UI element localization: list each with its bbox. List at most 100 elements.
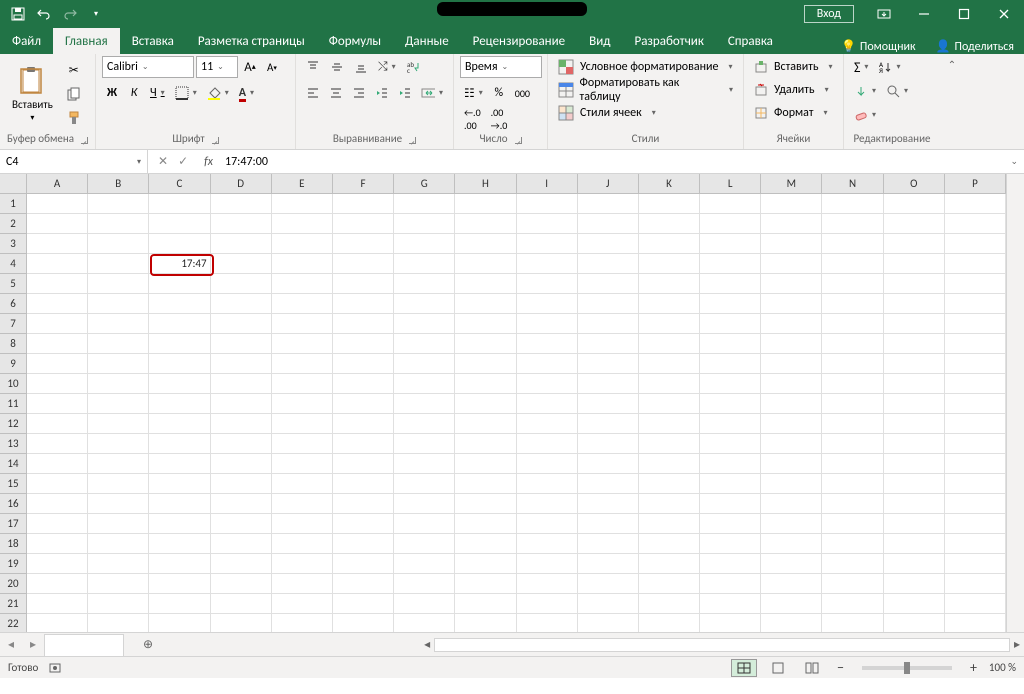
cell[interactable] [884,334,945,354]
cells-area[interactable]: 17:47 [27,194,1006,632]
cell[interactable] [700,314,761,334]
row-header[interactable]: 21 [0,594,26,614]
cell[interactable] [272,274,333,294]
cell[interactable] [272,594,333,614]
zoom-level[interactable]: 100 % [989,661,1016,674]
cell[interactable] [88,454,149,474]
cell[interactable] [884,314,945,334]
cell[interactable] [272,514,333,534]
tab-view[interactable]: Вид [577,28,622,54]
cell[interactable] [333,454,394,474]
bulb-icon[interactable]: 💡 [841,39,856,54]
cell[interactable] [27,434,88,454]
fill-color-button[interactable]: ▾ [203,82,233,104]
row-header[interactable]: 14 [0,454,26,474]
cell[interactable] [394,514,455,534]
autosum-button[interactable]: Σ▾ [850,56,872,78]
cell[interactable] [700,354,761,374]
normal-view-button[interactable] [731,659,757,677]
cell[interactable] [761,534,822,554]
cell[interactable] [578,434,639,454]
dialog-launcher-icon[interactable] [512,134,522,144]
cell[interactable] [761,494,822,514]
cell[interactable] [27,194,88,214]
column-header[interactable]: C [149,174,210,193]
cell[interactable] [333,554,394,574]
cell[interactable] [578,194,639,214]
cell[interactable] [639,534,700,554]
cell[interactable] [578,254,639,274]
cell[interactable] [394,494,455,514]
cell[interactable] [945,554,1006,574]
save-icon[interactable] [6,3,30,25]
row-header[interactable]: 9 [0,354,26,374]
cell[interactable] [700,554,761,574]
cell[interactable] [88,554,149,574]
cell[interactable] [639,394,700,414]
cell[interactable] [27,454,88,474]
cell[interactable] [88,434,149,454]
cell[interactable] [822,554,883,574]
page-break-view-button[interactable] [799,659,825,677]
cell[interactable] [517,594,578,614]
bold-button[interactable]: Ж [102,82,122,104]
cell[interactable] [27,274,88,294]
cell[interactable] [211,454,272,474]
cell[interactable] [455,254,516,274]
cell[interactable] [272,334,333,354]
cell[interactable] [272,434,333,454]
column-header[interactable]: B [88,174,149,193]
cell[interactable] [884,394,945,414]
cell[interactable] [333,274,394,294]
italic-button[interactable]: К [124,82,144,104]
cell[interactable] [211,314,272,334]
cell[interactable] [639,434,700,454]
cell[interactable] [27,314,88,334]
cell[interactable] [517,374,578,394]
cell[interactable] [700,614,761,632]
cell[interactable] [700,234,761,254]
cell[interactable] [945,214,1006,234]
cell[interactable] [945,334,1006,354]
cell[interactable] [761,434,822,454]
row-header[interactable]: 3 [0,234,26,254]
align-left-button[interactable] [302,82,323,104]
cell[interactable] [88,294,149,314]
cell[interactable] [211,214,272,234]
cell[interactable] [272,394,333,414]
cell[interactable] [149,594,210,614]
find-button[interactable]: ▾ [882,80,912,102]
cell[interactable] [578,314,639,334]
fx-icon[interactable]: fx [198,155,219,169]
cell[interactable] [945,574,1006,594]
cell[interactable] [27,374,88,394]
cell[interactable] [27,394,88,414]
cell[interactable] [822,494,883,514]
cell[interactable] [517,414,578,434]
share-button[interactable]: Поделиться [955,40,1014,54]
cell[interactable] [149,374,210,394]
cell[interactable] [88,494,149,514]
cell[interactable] [455,374,516,394]
cell[interactable] [272,354,333,374]
cell[interactable] [27,554,88,574]
cell[interactable] [822,594,883,614]
qat-dropdown-icon[interactable]: ▾ [84,3,108,25]
zoom-slider[interactable] [862,666,952,670]
cell[interactable] [822,414,883,434]
cell[interactable] [517,474,578,494]
row-header[interactable]: 18 [0,534,26,554]
tab-help[interactable]: Справка [716,28,785,54]
cell[interactable] [639,594,700,614]
shrink-font-button[interactable]: A▾ [262,56,282,78]
row-header[interactable]: 17 [0,514,26,534]
cancel-formula-button[interactable]: ✕ [154,154,172,169]
zoom-out-button[interactable]: − [833,659,848,676]
cell[interactable] [822,254,883,274]
wrap-text-button[interactable]: abc [402,56,426,78]
cell[interactable] [700,414,761,434]
cell[interactable] [822,474,883,494]
cell[interactable] [333,214,394,234]
cell[interactable] [517,454,578,474]
cell[interactable] [761,214,822,234]
